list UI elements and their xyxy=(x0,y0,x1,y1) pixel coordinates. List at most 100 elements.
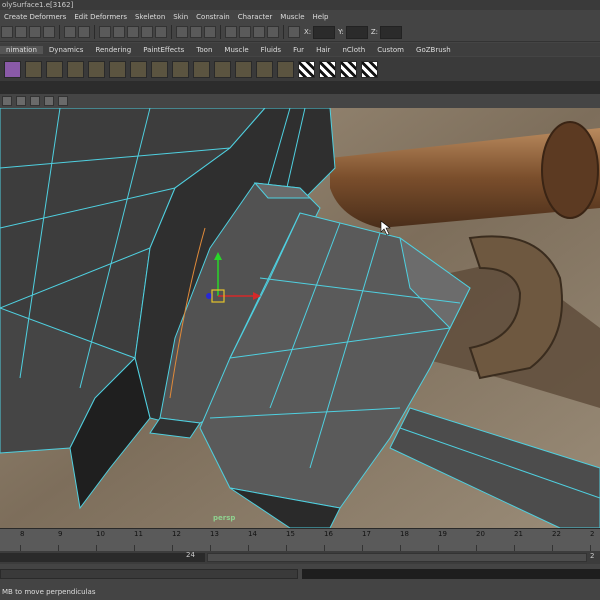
range-slider-handle[interactable] xyxy=(207,553,587,562)
y-field[interactable] xyxy=(345,25,368,39)
uv-planar-icon[interactable] xyxy=(298,60,315,78)
panel-toolbar xyxy=(0,94,600,109)
render-settings-icon[interactable] xyxy=(253,26,265,38)
select-hierarchy-icon[interactable] xyxy=(43,26,55,38)
history-icon[interactable] xyxy=(176,26,188,38)
range-end-value: 24 xyxy=(186,551,195,559)
timeline-tick-label: 21 xyxy=(514,530,523,538)
shelf-icon-row xyxy=(0,57,600,81)
xray-icon[interactable] xyxy=(58,96,68,106)
checker-flip-icon[interactable] xyxy=(361,60,378,78)
divider xyxy=(59,25,60,39)
poly-cube-icon[interactable] xyxy=(4,60,21,78)
output-icon[interactable] xyxy=(204,26,216,38)
select-object-icon[interactable] xyxy=(29,26,41,38)
menu-skeleton[interactable]: Skeleton xyxy=(131,13,169,21)
snap-point-icon[interactable] xyxy=(127,26,139,38)
film-gate-icon[interactable] xyxy=(16,96,26,106)
timeline-tick-label: 12 xyxy=(172,530,181,538)
viewport-persp[interactable]: persp xyxy=(0,108,600,528)
menu-character[interactable]: Character xyxy=(234,13,277,21)
timeline-tick-label: 16 xyxy=(324,530,333,538)
wedge-icon[interactable] xyxy=(151,60,168,78)
bevel-icon[interactable] xyxy=(25,60,42,78)
camera-icon[interactable] xyxy=(2,96,12,106)
tab-gozbrush[interactable]: GoZBrush xyxy=(410,46,457,54)
merge-icon[interactable] xyxy=(130,60,147,78)
tab-custom[interactable]: Custom xyxy=(371,46,410,54)
append-icon[interactable] xyxy=(88,60,105,78)
snap-curve-icon[interactable] xyxy=(113,26,125,38)
timeline-tick-label: 2 xyxy=(590,530,595,538)
timeline-tick-label: 17 xyxy=(362,530,371,538)
quadrangulate-icon[interactable] xyxy=(235,60,252,78)
ipr-render-icon[interactable] xyxy=(239,26,251,38)
range-start-field[interactable] xyxy=(0,553,205,562)
timeline-tick-label: 11 xyxy=(134,530,143,538)
menu-edit-deformers[interactable]: Edit Deformers xyxy=(70,13,131,21)
hypershade-icon[interactable] xyxy=(267,26,279,38)
divider xyxy=(94,25,95,39)
split-icon[interactable] xyxy=(109,60,126,78)
x-label: X: xyxy=(304,28,312,36)
input-icon[interactable] xyxy=(190,26,202,38)
snap-surface-icon[interactable] xyxy=(155,26,167,38)
tab-rendering[interactable]: Rendering xyxy=(89,46,137,54)
menu-create-deformers[interactable]: Create Deformers xyxy=(0,13,70,21)
tab-animation[interactable]: nimation xyxy=(0,45,43,54)
x-field[interactable] xyxy=(313,25,336,39)
y-label: Y: xyxy=(338,28,344,36)
divider xyxy=(171,25,172,39)
mirror-icon[interactable] xyxy=(256,60,273,78)
render-icon[interactable] xyxy=(225,26,237,38)
extrude-icon[interactable] xyxy=(46,60,63,78)
checker-map-icon[interactable] xyxy=(340,60,357,78)
tab-fluids[interactable]: Fluids xyxy=(255,46,287,54)
timeline-tick-label: 19 xyxy=(438,530,447,538)
tab-hair[interactable]: Hair xyxy=(310,46,336,54)
poke-icon[interactable] xyxy=(172,60,189,78)
viewport-scene xyxy=(0,108,600,528)
smooth-icon[interactable] xyxy=(193,60,210,78)
tab-toon[interactable]: Toon xyxy=(190,46,218,54)
main-menubar: Create Deformers Edit Deformers Skeleton… xyxy=(0,10,600,23)
command-input[interactable] xyxy=(0,569,298,579)
divider xyxy=(283,25,284,39)
command-line xyxy=(0,567,600,581)
range-slider-bar: 24 2 xyxy=(0,551,600,564)
tab-ncloth[interactable]: nCloth xyxy=(336,46,371,54)
shelf-tabs: nimation Dynamics Rendering PaintEffects… xyxy=(0,43,600,56)
uv-layout-icon[interactable] xyxy=(277,60,294,78)
menu-help[interactable]: Help xyxy=(309,13,333,21)
menu-constrain[interactable]: Constrain xyxy=(192,13,234,21)
lock-icon[interactable] xyxy=(64,26,76,38)
input-mode-icon[interactable] xyxy=(288,26,300,38)
menu-muscle[interactable]: Muscle xyxy=(276,13,308,21)
select-component-icon[interactable] xyxy=(15,26,27,38)
menu-skin[interactable]: Skin xyxy=(169,13,192,21)
snap-plane-icon[interactable] xyxy=(141,26,153,38)
uv-checker-icon[interactable] xyxy=(319,60,336,78)
snap-grid-icon[interactable] xyxy=(99,26,111,38)
timeline-tick-label: 14 xyxy=(248,530,257,538)
tab-dynamics[interactable]: Dynamics xyxy=(43,46,90,54)
smooth-shade-icon[interactable] xyxy=(44,96,54,106)
window-title: olySurface1.e[3162] xyxy=(0,0,600,10)
wireframe-icon[interactable] xyxy=(30,96,40,106)
time-slider[interactable]: 8 9 10 11 12 13 14 15 16 17 18 19 20 21 22 2 xyxy=(0,528,600,551)
select-mode-icon[interactable] xyxy=(1,26,13,38)
divider xyxy=(220,25,221,39)
shelf-separator xyxy=(0,81,600,94)
timeline-tick-label: 10 xyxy=(96,530,105,538)
mask-icon[interactable] xyxy=(78,26,90,38)
bridge-icon[interactable] xyxy=(67,60,84,78)
range-right-value: 2 xyxy=(590,552,595,560)
z-field[interactable] xyxy=(380,25,403,39)
pipe-end xyxy=(541,121,599,219)
timeline-tick-label: 22 xyxy=(552,530,561,538)
triangulate-icon[interactable] xyxy=(214,60,231,78)
tab-painteffects[interactable]: PaintEffects xyxy=(137,46,190,54)
tab-fur[interactable]: Fur xyxy=(287,46,310,54)
timeline-tick-label: 8 xyxy=(20,530,25,538)
tab-muscle[interactable]: Muscle xyxy=(218,46,254,54)
